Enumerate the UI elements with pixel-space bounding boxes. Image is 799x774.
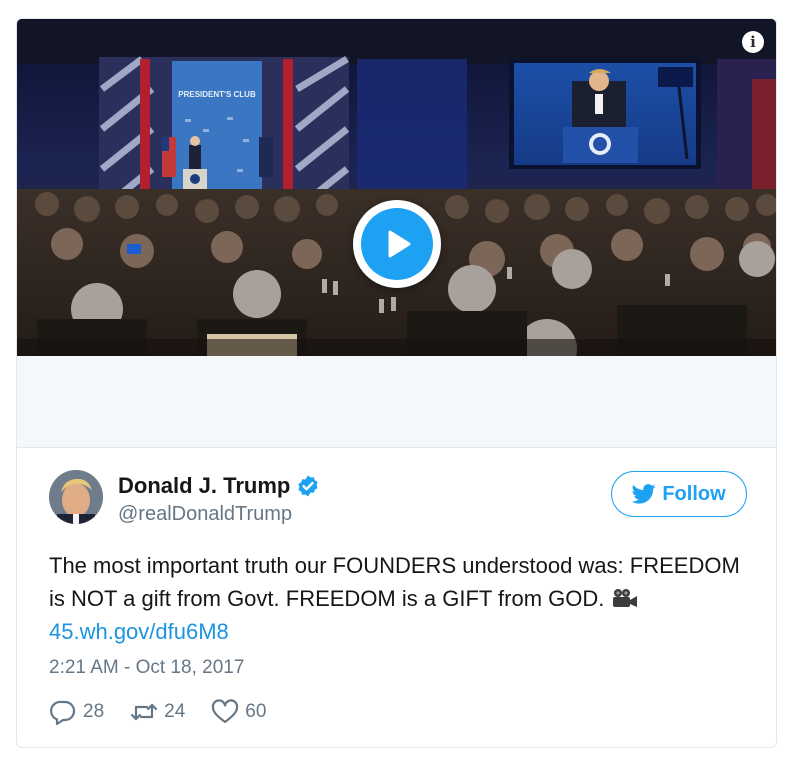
play-icon: [388, 230, 411, 258]
info-icon[interactable]: i: [742, 31, 764, 53]
backdrop-text: PRESIDENT'S CLUB: [178, 90, 256, 99]
reply-count: 28: [83, 701, 105, 722]
author-name-row[interactable]: Donald J. Trump: [118, 473, 320, 499]
tweet-card[interactable]: PRESIDENT'S CLUB i Donald J. Trump @real…: [16, 18, 777, 748]
profile-photo: [49, 470, 103, 524]
twitter-bird-icon: [632, 484, 656, 504]
heart-icon: [212, 699, 239, 724]
retweet-count: 24: [164, 701, 186, 722]
tweet-text: The most important truth our FOUNDERS un…: [49, 549, 749, 648]
reply-button[interactable]: 28: [49, 699, 104, 725]
like-count: 60: [245, 701, 267, 722]
video-thumbnail[interactable]: PRESIDENT'S CLUB i: [17, 19, 776, 356]
verified-badge-icon: [298, 475, 318, 497]
movie-camera-icon: [613, 589, 638, 607]
media-caption-area: [17, 356, 776, 448]
avatar[interactable]: [49, 470, 103, 524]
user-handle[interactable]: @realDonaldTrump: [118, 503, 292, 526]
tweet-actions: 28 24 60: [49, 699, 292, 725]
follow-button[interactable]: Follow: [611, 471, 747, 517]
display-name[interactable]: Donald J. Trump: [118, 473, 290, 499]
reply-icon: [50, 700, 76, 725]
retweet-icon: [131, 703, 158, 721]
retweet-button[interactable]: 24: [130, 699, 185, 725]
timestamp[interactable]: 2:21 AM - Oct 18, 2017: [49, 657, 244, 679]
tweet-link[interactable]: 45.wh.gov/dfu6M8: [49, 619, 229, 644]
event-photo: PRESIDENT'S CLUB: [17, 19, 776, 356]
like-button[interactable]: 60: [211, 699, 266, 725]
play-button[interactable]: [353, 200, 441, 288]
follow-label: Follow: [662, 482, 726, 505]
